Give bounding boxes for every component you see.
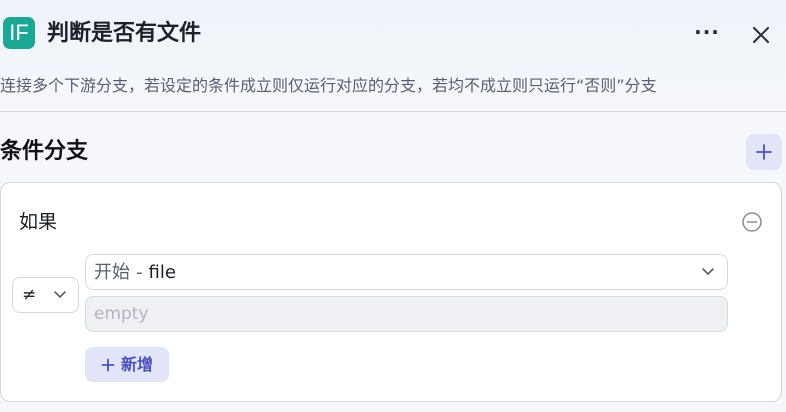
section-title: 条件分支 [0,139,89,164]
operator-symbol: ≠ [22,285,37,305]
if-node-icon: IF [3,17,35,49]
branch-label: 如果 [19,211,58,233]
more-horizontal-icon: ··· [694,20,720,44]
add-condition-button[interactable]: 新增 [85,347,169,382]
add-condition-label: 新增 [120,354,153,374]
remove-branch-button[interactable] [741,211,763,233]
variable-separator: - [136,262,143,283]
node-title[interactable]: 判断是否有文件 [47,18,201,50]
close-icon [753,27,769,43]
chevron-down-icon [54,291,66,298]
chevron-down-icon [702,268,714,275]
minus-circle-icon [742,212,762,232]
node-description: 连接多个下游分支，若设定的条件成立则仅运行对应的分支，若均不成立则只运行“否则”… [0,76,657,95]
panel-header: IF 判断是否有文件 ··· 连接多个下游分支，若设定的条件成立则仅运行对应的分… [0,0,786,112]
condition-operator-select[interactable]: ≠ [12,277,79,313]
variable-selection: 开始 - file [94,262,176,284]
close-button[interactable] [746,20,776,50]
add-branch-button[interactable] [746,134,782,170]
plus-icon [101,358,115,371]
plus-icon [756,144,772,160]
variable-source: 开始 [94,262,130,283]
condition-variable-select[interactable]: 开始 - file [85,254,728,290]
variable-name: file [148,262,176,283]
if-branch-card: 如果 ≠ 开始-file 新增 [0,182,782,402]
more-options-button[interactable]: ··· [690,20,724,50]
condition-value-input[interactable] [85,296,728,332]
